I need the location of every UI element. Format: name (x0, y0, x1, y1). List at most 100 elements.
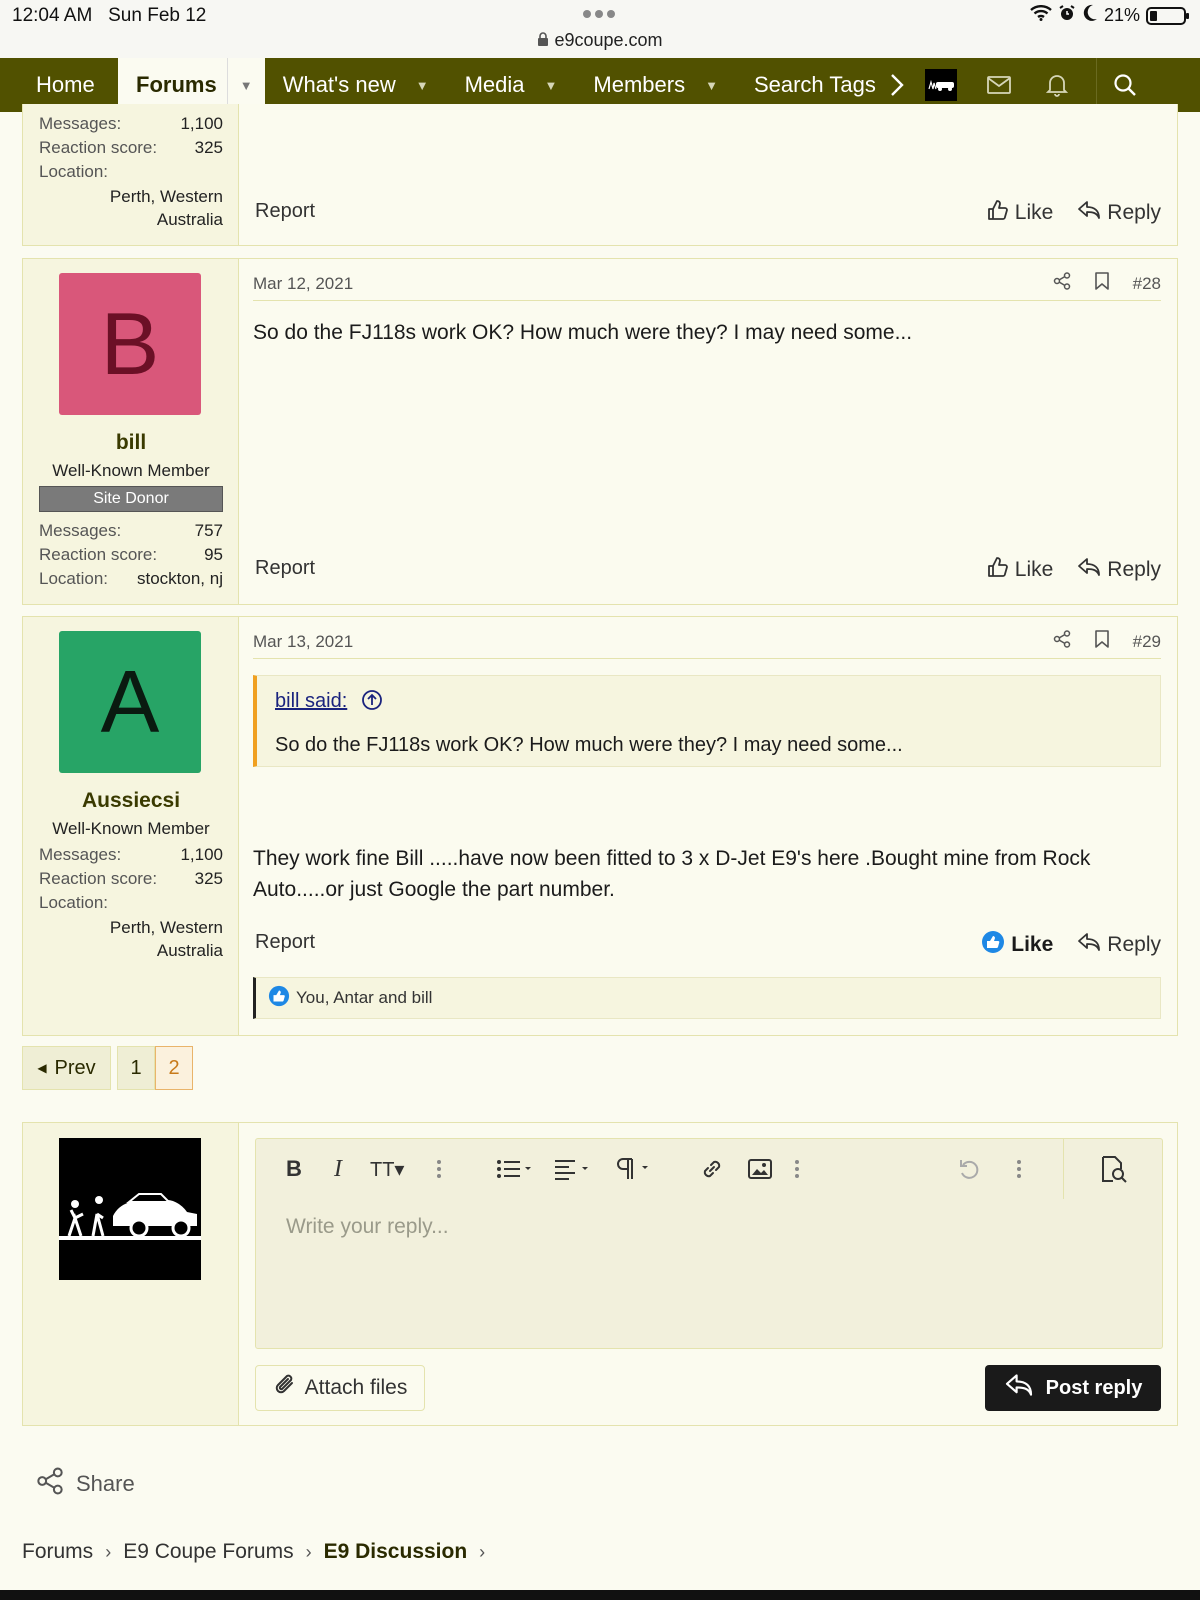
post-actions: Like Reply (981, 930, 1161, 960)
arrow-up-circle-icon[interactable] (361, 689, 383, 716)
prev-page-button[interactable]: ◀ Prev (22, 1046, 111, 1090)
post-29: A Aussiecsi Well-Known Member Messages: 1… (22, 616, 1178, 1036)
post-actions: Like Reply (987, 199, 1161, 227)
list-icon[interactable] (496, 1153, 534, 1185)
bottom-edge (0, 1590, 1200, 1600)
like-button-active[interactable]: Like (981, 930, 1053, 960)
more-vertical-icon[interactable] (1016, 1153, 1022, 1185)
reply-arrow-icon (1077, 932, 1101, 958)
reactions-bar[interactable]: You, Antar and bill (253, 977, 1161, 1019)
location-stat: Location: stockton, nj (39, 569, 223, 588)
post-main: Mar 13, 2021 #29 bill said: So do the FJ… (239, 617, 1177, 1035)
prev-label: Prev (54, 1056, 96, 1079)
chevron-down-icon[interactable]: ▼ (705, 78, 718, 93)
avatar-image (59, 1138, 201, 1280)
post-number[interactable]: #28 (1133, 274, 1161, 294)
italic-icon[interactable]: I (334, 1153, 342, 1185)
page-1-button[interactable]: 1 (117, 1046, 155, 1090)
post-reply-label: Post reply (1045, 1376, 1143, 1399)
post-reply-button[interactable]: Post reply (985, 1365, 1161, 1411)
status-time: 12:04 AM Sun Feb 12 (12, 5, 207, 26)
report-link[interactable]: Report (255, 557, 315, 580)
post-number[interactable]: #29 (1133, 632, 1161, 652)
reaction-score-stat: Reaction score: 325 (39, 869, 223, 888)
breadcrumb-e9-discussion[interactable]: E9 Discussion (324, 1540, 468, 1564)
paperclip-icon (273, 1372, 297, 1404)
breadcrumb: Forums › E9 Coupe Forums › E9 Discussion… (22, 1540, 485, 1564)
attach-files-button[interactable]: Attach files (255, 1365, 425, 1411)
post-meta: Mar 12, 2021 #28 (253, 259, 1161, 301)
paragraph-icon[interactable] (614, 1153, 652, 1185)
battery-icon (1146, 6, 1189, 25)
share-icon[interactable] (1053, 630, 1071, 653)
align-icon[interactable] (554, 1153, 592, 1185)
like-label: Like (1014, 201, 1054, 224)
bookmark-icon[interactable] (1094, 272, 1109, 295)
url-text: e9coupe.com (554, 30, 663, 50)
link-icon[interactable] (700, 1153, 724, 1185)
messages-stat: Messages: 757 (39, 521, 223, 540)
nav-whats-new-label: What's new (282, 72, 396, 97)
reply-button[interactable]: Reply (1077, 557, 1161, 583)
avatar (924, 69, 957, 101)
reply-arrow-icon (1004, 1373, 1034, 1403)
more-vertical-icon[interactable] (794, 1153, 800, 1185)
chevron-down-icon[interactable]: ▼ (416, 78, 429, 93)
alarm-icon (1058, 4, 1076, 27)
image-icon[interactable] (748, 1153, 772, 1185)
editor-toolbar: B I TT▾ (256, 1139, 1063, 1199)
username[interactable]: Aussiecsi (23, 789, 239, 813)
text-size-icon[interactable]: TT▾ (370, 1153, 404, 1185)
thumbs-up-icon (987, 556, 1009, 584)
reply-button[interactable]: Reply (1077, 200, 1161, 226)
reply-textarea[interactable]: Write your reply... (286, 1215, 449, 1239)
post-27-partial: Messages: 1,100 Reaction score: 325 Locati… (22, 104, 1178, 246)
like-button[interactable]: Like (987, 556, 1053, 584)
report-link[interactable]: Report (255, 200, 315, 223)
chevron-right-icon: › (305, 1541, 312, 1562)
chevron-down-icon[interactable]: ▼ (545, 78, 558, 93)
share-thread-button[interactable]: Share (36, 1466, 135, 1502)
chevron-right-icon: › (479, 1541, 486, 1562)
more-vertical-icon[interactable] (436, 1153, 442, 1185)
reply-user-info (23, 1123, 239, 1425)
post-user-info: B bill Well-Known Member Site Donor Mess… (23, 259, 239, 604)
post-body-line: They work fine Bill .....have now been f… (253, 847, 1091, 870)
post-date[interactable]: Mar 13, 2021 (253, 632, 353, 652)
bookmark-icon[interactable] (1094, 630, 1109, 653)
preview-icon[interactable] (1063, 1139, 1162, 1199)
report-link[interactable]: Report (255, 931, 315, 954)
like-label: Like (1011, 933, 1054, 956)
bold-icon[interactable]: B (286, 1153, 302, 1185)
reaction-score-stat: Reaction score: 95 (39, 545, 223, 564)
post-meta: Mar 13, 2021 #29 (253, 617, 1161, 659)
post-user-info: A Aussiecsi Well-Known Member Messages: 1… (23, 617, 239, 1035)
ios-status-bar: 12:04 AM Sun Feb 12 e9coupe.com 21% (0, 0, 1200, 58)
quote-author-link[interactable]: bill said: (275, 690, 347, 713)
like-button[interactable]: Like (987, 199, 1054, 227)
undo-icon[interactable] (958, 1153, 982, 1185)
quote-text: So do the FJ118s work OK? How much were … (275, 734, 903, 756)
breadcrumb-e9-coupe-forums[interactable]: E9 Coupe Forums (123, 1540, 293, 1564)
reply-arrow-icon (1077, 557, 1101, 583)
location-value: Perth, Western Australia (109, 187, 223, 229)
reply-button[interactable]: Reply (1077, 932, 1161, 958)
nav-forums-label: Forums (136, 72, 217, 97)
reply-editor: B I TT▾ Write your reply... (255, 1138, 1163, 1349)
avatar[interactable]: A (59, 631, 201, 773)
user-title: Well-Known Member (52, 461, 210, 480)
page-2-button-current[interactable]: 2 (155, 1046, 193, 1090)
share-icon[interactable] (1053, 272, 1071, 295)
share-icon (36, 1466, 64, 1502)
post-date[interactable]: Mar 12, 2021 (253, 274, 353, 294)
tab-options-dots[interactable] (583, 10, 615, 18)
nav-members-label: Members (593, 72, 686, 97)
avatar-letter: A (100, 652, 160, 751)
breadcrumb-forums[interactable]: Forums (22, 1540, 93, 1564)
status-indicators: 21% (1030, 4, 1189, 27)
avatar[interactable]: B (59, 273, 201, 415)
nav-search-tags-label: Search Tags (753, 72, 876, 97)
username[interactable]: bill (23, 431, 239, 455)
address-bar[interactable]: e9coupe.com (0, 30, 1200, 51)
avatar[interactable] (59, 1138, 201, 1280)
